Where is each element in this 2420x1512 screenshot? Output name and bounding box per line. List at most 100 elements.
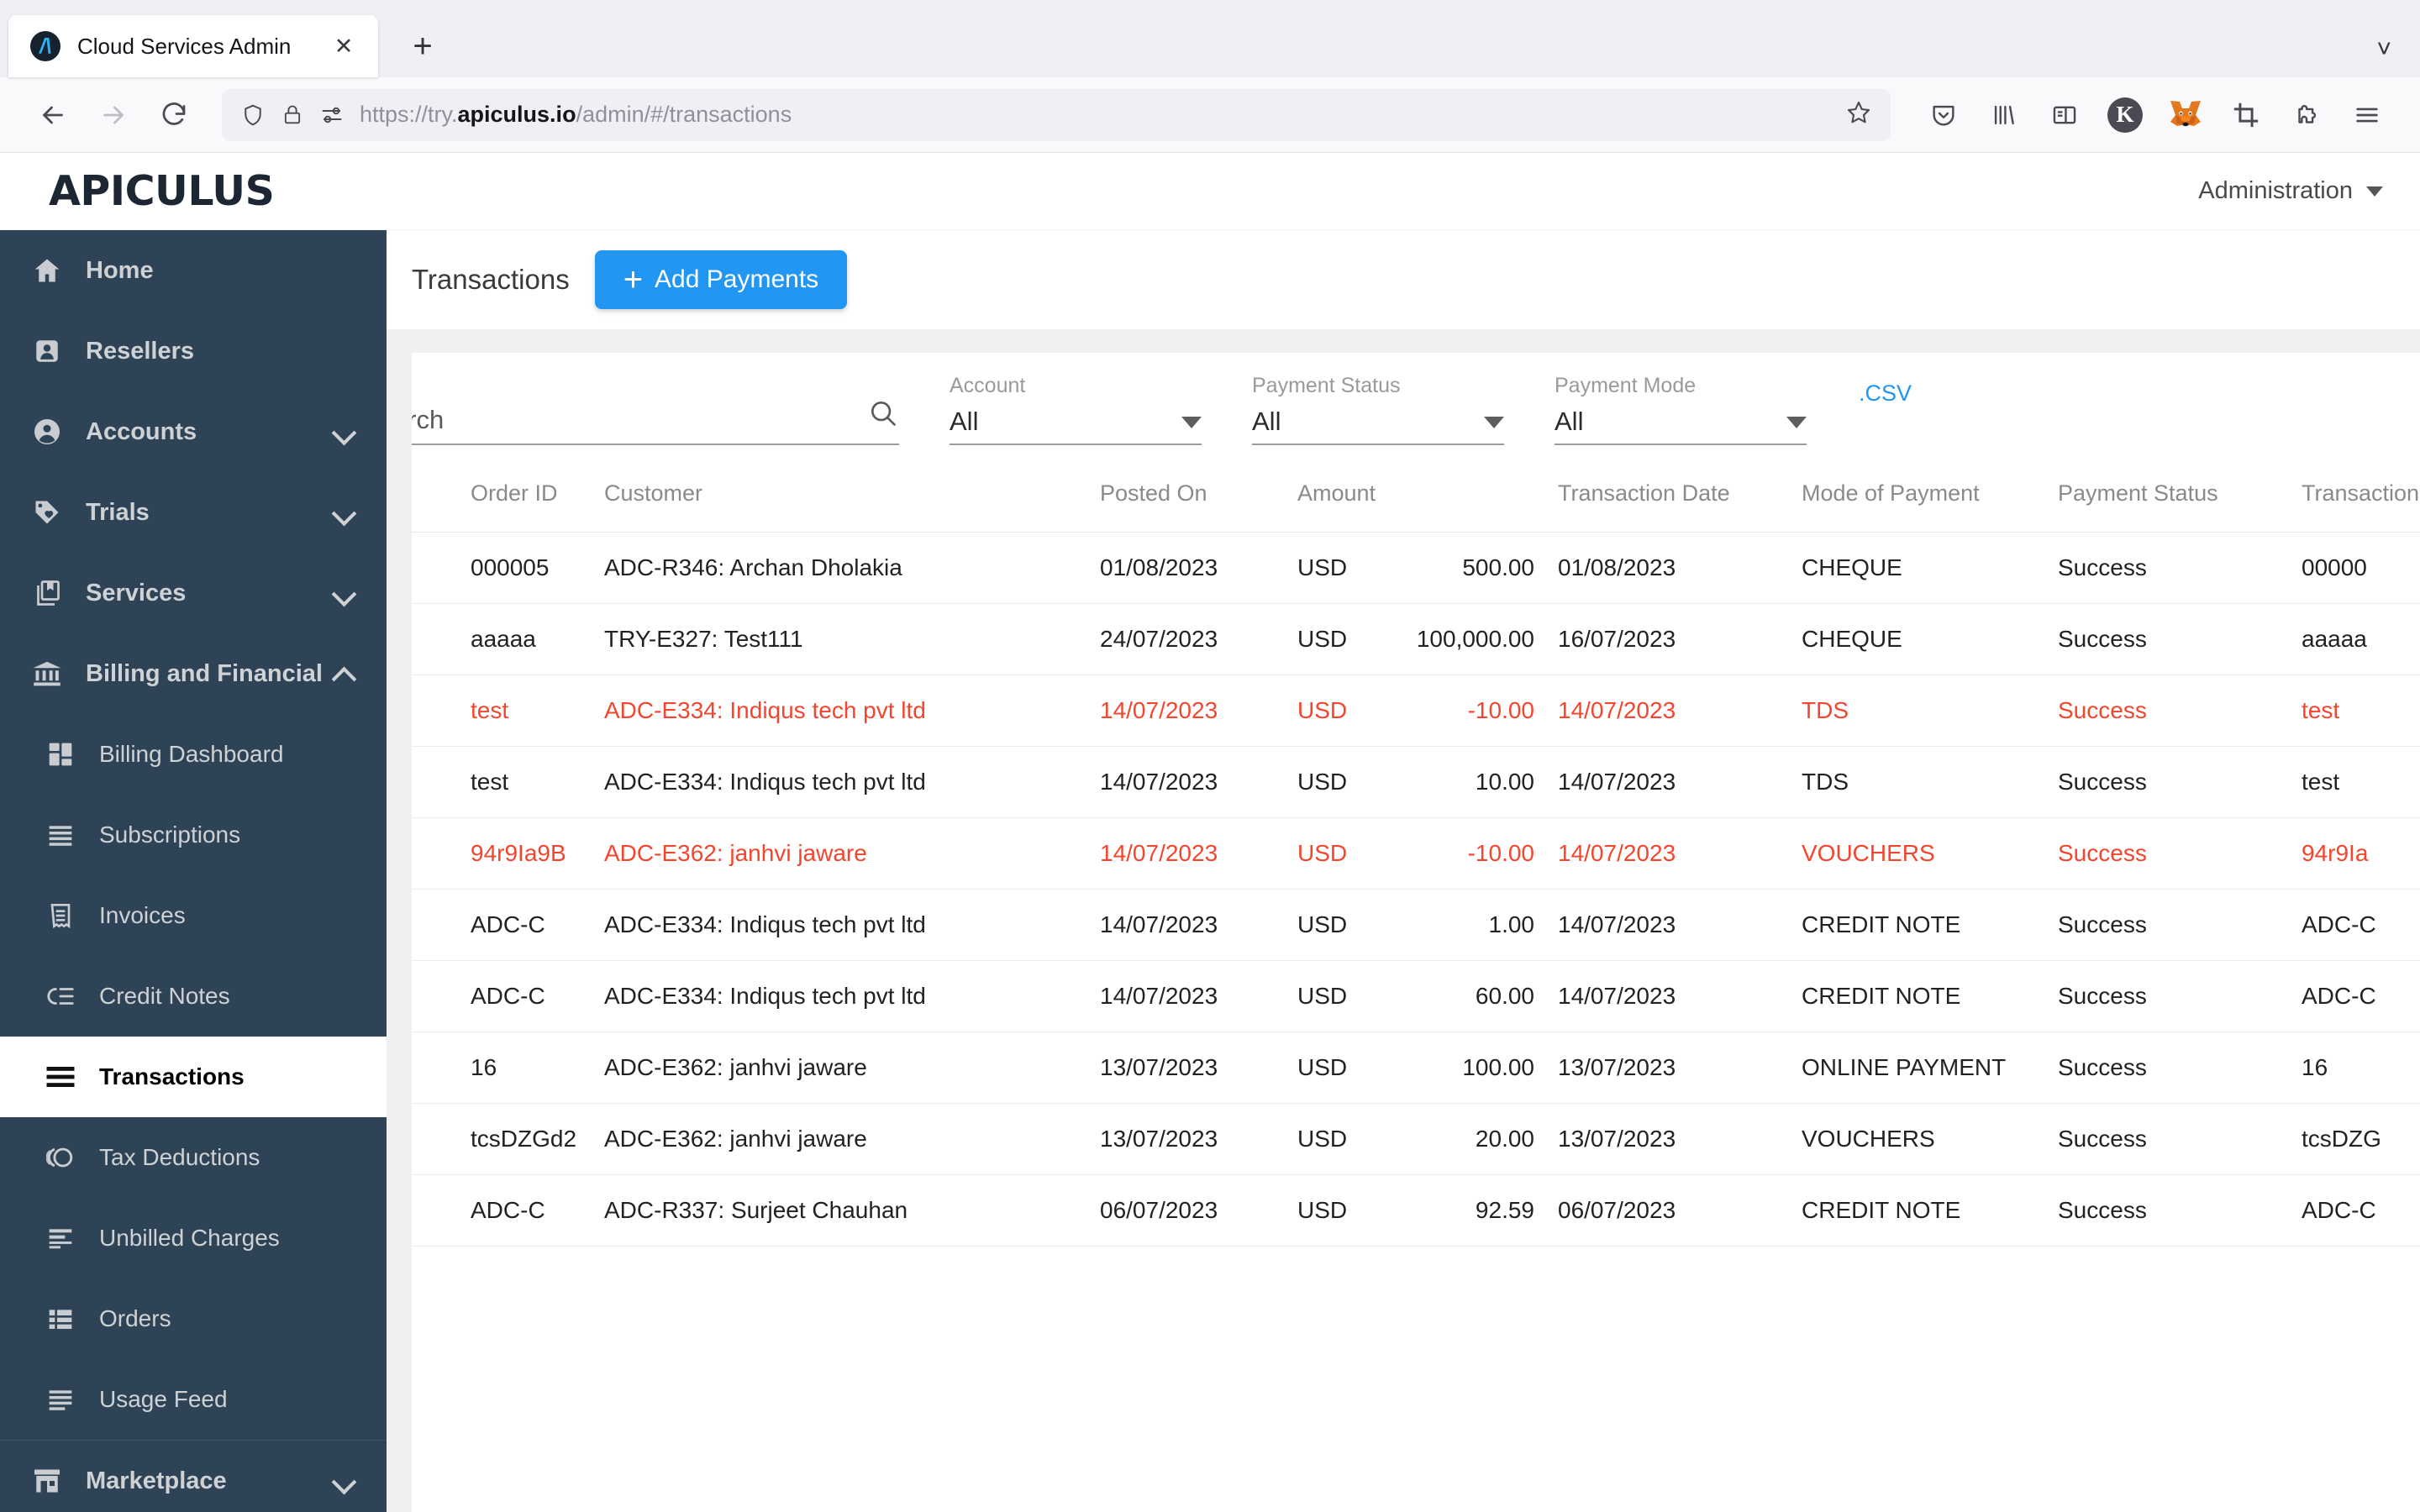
table-row[interactable]: aaaaaTRY-E327: Test11124/07/2023USD100,0…	[412, 604, 2420, 675]
shield-icon[interactable]	[240, 102, 266, 128]
payment-mode-filter-value: All	[1555, 407, 1583, 437]
payment-mode-filter[interactable]: Payment Mode All	[1555, 374, 1807, 445]
sidebar-item-resellers[interactable]: Resellers	[0, 311, 387, 391]
column-header-mode-of-payment[interactable]: Mode of Payment	[1790, 464, 2046, 533]
table-row[interactable]: 94r9Ia9BADC-E362: janhvi jaware14/07/202…	[412, 818, 2420, 890]
sidebar-item-tax-deductions[interactable]: Tax Deductions	[0, 1117, 387, 1198]
plus-icon[interactable]: +	[398, 22, 447, 71]
table-row[interactable]: 000005ADC-R346: Archan Dholakia01/08/202…	[412, 533, 2420, 604]
payment-status-filter[interactable]: Payment Status All	[1252, 374, 1504, 445]
sidebar-item-orders[interactable]: Orders	[0, 1278, 387, 1359]
page-settings-icon[interactable]	[319, 102, 345, 128]
table-row[interactable]: testADC-E334: Indiqus tech pvt ltd14/07/…	[412, 675, 2420, 747]
cell-mode-of-payment: CREDIT NOTE	[1790, 1175, 2046, 1247]
cell-posted-on: 13/07/2023	[1088, 1032, 1286, 1104]
column-header-posted-on[interactable]: Posted On	[1088, 464, 1286, 533]
pocket-save-icon[interactable]	[1918, 89, 1970, 141]
chevron-down-icon[interactable]	[333, 421, 355, 443]
chevron-down-icon[interactable]	[333, 501, 355, 523]
column-header-customer[interactable]: Customer	[592, 464, 1088, 533]
payment-mode-filter-label: Payment Mode	[1555, 374, 1807, 398]
chevron-down-icon[interactable]: ˅	[2376, 35, 2391, 64]
lock-icon[interactable]	[281, 103, 304, 127]
back-arrow-icon[interactable]	[27, 89, 79, 141]
sidebar-item-label: Unbilled Charges	[99, 1225, 280, 1252]
sidebar-item-label: Marketplace	[86, 1467, 227, 1495]
close-icon[interactable]: ✕	[328, 30, 360, 62]
chevron-down-icon[interactable]	[333, 582, 355, 604]
application: APICULUS Administration HomeResellers Acc…	[0, 153, 2420, 1512]
sidebar-item-accounts[interactable]: Accounts	[0, 391, 387, 472]
chevron-down-icon[interactable]	[333, 1470, 355, 1492]
table-row[interactable]: ADC-CADC-E334: Indiqus tech pvt ltd14/07…	[412, 961, 2420, 1032]
column-header-transaction-id[interactable]: Transaction ID	[2290, 464, 2420, 533]
kaspersky-extension-icon[interactable]: K	[2099, 89, 2151, 141]
sidebar-item-services[interactable]: Services	[0, 553, 387, 633]
reload-icon[interactable]	[148, 89, 200, 141]
chevron-up-icon[interactable]	[333, 663, 355, 685]
cell-currency: USD	[1286, 747, 1378, 818]
column-header-order-id[interactable]: Order ID	[412, 464, 592, 533]
star-icon[interactable]	[1830, 99, 1872, 130]
screenshot-crop-icon[interactable]	[2220, 89, 2272, 141]
add-payments-button[interactable]: + Add Payments	[595, 250, 847, 309]
sidebar-item-label: Billing Dashboard	[99, 741, 283, 768]
user-square-icon	[29, 337, 66, 365]
cell-customer: ADC-E362: janhvi jaware	[592, 1032, 1088, 1104]
library-icon[interactable]	[1978, 89, 2030, 141]
table-row[interactable]: ADC-CADC-E334: Indiqus tech pvt ltd14/07…	[412, 890, 2420, 961]
cell-transaction-id: tcsDZG	[2290, 1104, 2420, 1175]
forward-arrow-icon[interactable]	[87, 89, 139, 141]
sidebar-item-unbilled-charges[interactable]: Unbilled Charges	[0, 1198, 387, 1278]
browser-tab[interactable]: /\ Cloud Services Admin ✕	[8, 15, 378, 77]
sidebar-item-billing-dashboard[interactable]: Billing Dashboard	[0, 714, 387, 795]
apiculus-favicon: /\	[30, 31, 60, 61]
cell-posted-on: 01/08/2023	[1088, 533, 1286, 604]
cell-posted-on: 14/07/2023	[1088, 747, 1286, 818]
sidebar-item-transactions[interactable]: Transactions	[0, 1037, 387, 1117]
account-menu[interactable]: Administration	[2198, 177, 2383, 205]
cell-transaction-date: 16/07/2023	[1546, 604, 1790, 675]
sidebar-icon[interactable]	[2039, 89, 2091, 141]
cell-mode-of-payment: ONLINE PAYMENT	[1790, 1032, 2046, 1104]
column-header-payment-status[interactable]: Payment Status	[2046, 464, 2290, 533]
cell-transaction-date: 14/07/2023	[1546, 890, 1790, 961]
sidebar-item-label: Accounts	[86, 418, 197, 446]
cell-mode-of-payment: CHEQUE	[1790, 533, 2046, 604]
table-row[interactable]: ADC-CADC-R337: Surjeet Chauhan06/07/2023…	[412, 1175, 2420, 1247]
sidebar-item-marketplace[interactable]: Marketplace	[0, 1441, 387, 1512]
account-filter[interactable]: Account All	[950, 374, 1202, 445]
extensions-puzzle-icon[interactable]	[2281, 89, 2333, 141]
chevron-down-icon	[1786, 417, 1807, 428]
app-menu-icon[interactable]	[2341, 89, 2393, 141]
apiculus-logo[interactable]: APICULUS	[49, 167, 274, 215]
cell-amount: 20.00	[1378, 1104, 1546, 1175]
sidebar-item-home[interactable]: Home	[0, 230, 387, 311]
sidebar-item-invoices[interactable]: Invoices	[0, 875, 387, 956]
search-input[interactable]	[412, 405, 860, 435]
search-icon[interactable]	[867, 397, 899, 433]
table-row[interactable]: 16ADC-E362: janhvi jaware13/07/2023USD10…	[412, 1032, 2420, 1104]
cell-currency: USD	[1286, 675, 1378, 747]
filter-bar: Account All Payment Status All	[412, 353, 2420, 464]
column-header-amount[interactable]: Amount	[1286, 464, 1546, 533]
cell-customer: TRY-E327: Test111	[592, 604, 1088, 675]
cell-transaction-date: 13/07/2023	[1546, 1032, 1790, 1104]
metamask-fox-icon[interactable]	[2160, 89, 2212, 141]
export-csv-link[interactable]: .CSV	[1859, 381, 1912, 407]
sidebar-item-subscriptions[interactable]: Subscriptions	[0, 795, 387, 875]
sidebar-item-usage-feed[interactable]: Usage Feed	[0, 1359, 387, 1440]
cell-payment-status: Success	[2046, 1032, 2290, 1104]
search-field[interactable]	[412, 397, 899, 445]
cell-currency: USD	[1286, 1032, 1378, 1104]
sidebar-item-billing-and-financial[interactable]: Billing and Financial	[0, 633, 387, 714]
cell-customer: ADC-E362: janhvi jaware	[592, 818, 1088, 890]
sidebar-item-credit-notes[interactable]: Credit Notes	[0, 956, 387, 1037]
url-bar[interactable]: https://try.apiculus.io/admin/#/transact…	[222, 89, 1891, 141]
column-header-transaction-date[interactable]: Transaction Date	[1546, 464, 1790, 533]
sidebar-item-trials[interactable]: Trials	[0, 472, 387, 553]
url-text[interactable]: https://try.apiculus.io/admin/#/transact…	[360, 102, 1830, 128]
add-payments-label: Add Payments	[655, 265, 818, 294]
table-row[interactable]: testADC-E334: Indiqus tech pvt ltd14/07/…	[412, 747, 2420, 818]
table-row[interactable]: tcsDZGd2ADC-E362: janhvi jaware13/07/202…	[412, 1104, 2420, 1175]
